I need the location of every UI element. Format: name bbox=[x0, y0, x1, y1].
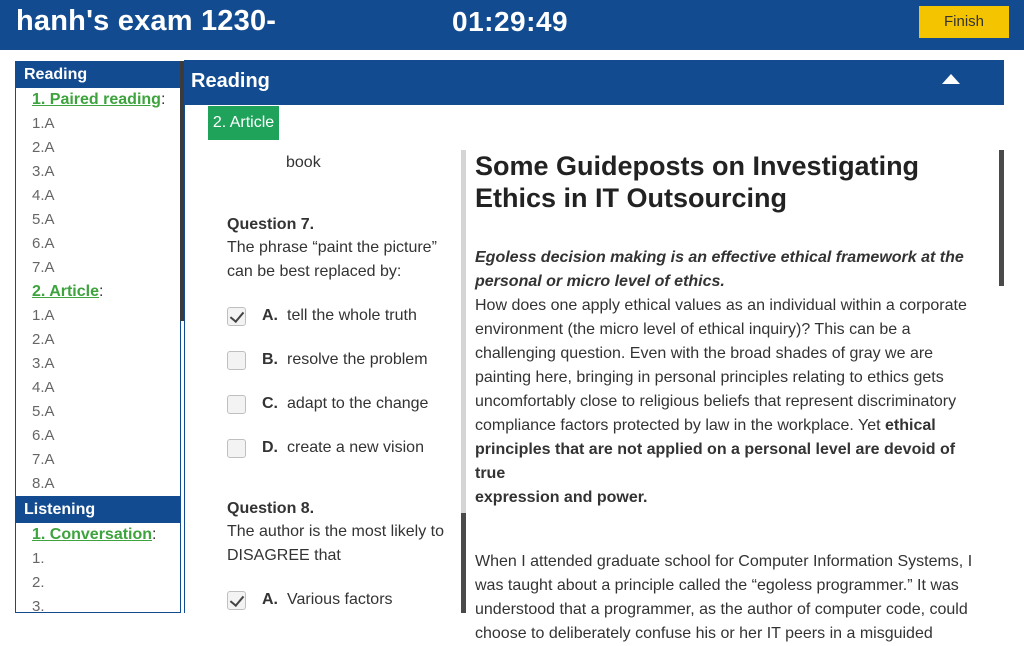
article-lead-line: Egoless decision making is an effective … bbox=[475, 249, 964, 266]
sidebar-question-item[interactable]: 5.A bbox=[16, 208, 180, 232]
option-c[interactable]: C. adapt to the change bbox=[227, 392, 428, 416]
top-bar: hanh's exam 1230- 01:29:49 Finish bbox=[0, 0, 1024, 50]
checkbox[interactable] bbox=[227, 350, 246, 370]
finish-button[interactable]: Finish bbox=[919, 6, 1009, 38]
article-line: painting here, bringing in personal prin… bbox=[475, 369, 944, 386]
article-line: compliance factors protected by law in t… bbox=[475, 414, 980, 438]
sidebar-question-item[interactable]: 1. bbox=[16, 547, 180, 571]
sidebar-heading-reading: Reading bbox=[16, 61, 180, 88]
collapse-up-icon[interactable] bbox=[942, 74, 960, 84]
questions-scrollbar-thumb[interactable] bbox=[461, 513, 466, 613]
option-letter: D. bbox=[262, 439, 278, 456]
article-line: environment (the micro level of ethical … bbox=[475, 321, 911, 338]
question-navigator: Reading 1. Paired reading: 1.A 2.A 3.A 4… bbox=[15, 61, 181, 613]
article-line: choose to deliberately confuse his or he… bbox=[475, 625, 933, 642]
option-label: create a new vision bbox=[287, 439, 424, 456]
sidebar-question-item[interactable]: 2.A bbox=[16, 136, 180, 160]
sidebar-question-item[interactable]: 8.A bbox=[16, 472, 180, 496]
checkbox-checked[interactable] bbox=[227, 306, 246, 326]
question-7: Question 7. The phrase “paint the pictur… bbox=[227, 216, 452, 458]
article-lead: Egoless decision making is an effective … bbox=[475, 246, 980, 294]
checkbox[interactable] bbox=[227, 394, 246, 414]
sidebar-heading-listening: Listening bbox=[16, 496, 180, 523]
sidebar-question-item[interactable]: 3. bbox=[16, 595, 180, 612]
question-text-line: DISAGREE that bbox=[227, 547, 341, 564]
article-bold-line: expression and power. bbox=[475, 489, 648, 506]
sidebar-part-paired-reading[interactable]: 1. Paired reading: bbox=[16, 88, 180, 112]
sidebar-part-link[interactable]: 2. Article bbox=[32, 283, 99, 300]
sidebar-question-item[interactable]: 4.A bbox=[16, 376, 180, 400]
article-line: uncomfortably close to religious beliefs… bbox=[475, 393, 957, 410]
article-text: compliance factors protected by law in t… bbox=[475, 417, 885, 434]
article-title-line: Some Guideposts on Investigating bbox=[475, 151, 920, 181]
exam-title: hanh's exam 1230- bbox=[16, 5, 277, 37]
article-line: challenging question. Even with the broa… bbox=[475, 345, 934, 362]
question-text-line: can be best replaced by: bbox=[227, 263, 402, 280]
article-line: was taught about a principle called the … bbox=[475, 577, 959, 594]
article-passage: Some Guideposts on Investigating Ethics … bbox=[475, 150, 980, 646]
option-a[interactable]: A. tell the whole truth bbox=[227, 304, 417, 328]
article-title: Some Guideposts on Investigating Ethics … bbox=[475, 150, 980, 214]
sidebar-part-conversation[interactable]: 1. Conversation: bbox=[16, 523, 180, 547]
option-label: Various factors bbox=[287, 591, 393, 608]
option-label: resolve the problem bbox=[287, 351, 428, 368]
option-label: tell the whole truth bbox=[287, 307, 417, 324]
sidebar-question-item[interactable]: 1.A bbox=[16, 304, 180, 328]
sidebar-question-item[interactable]: 1.A bbox=[16, 112, 180, 136]
option-letter: A. bbox=[262, 307, 278, 324]
sidebar-question-item[interactable]: 5.A bbox=[16, 400, 180, 424]
option-letter: B. bbox=[262, 351, 278, 368]
article-title-line: Ethics in IT Outsourcing bbox=[475, 183, 788, 213]
sidebar-question-item[interactable]: 4.A bbox=[16, 184, 180, 208]
sidebar-part-article[interactable]: 2. Article: bbox=[16, 280, 180, 304]
sidebar-question-item[interactable]: 6.A bbox=[16, 232, 180, 256]
option-label: adapt to the change bbox=[287, 395, 429, 412]
article-paragraph-2: When I attended graduate school for Comp… bbox=[475, 550, 980, 646]
option-letter: A. bbox=[262, 591, 278, 608]
sidebar-question-item[interactable]: 7.A bbox=[16, 448, 180, 472]
option-a[interactable]: A. Various factors bbox=[227, 588, 393, 612]
sidebar-question-item[interactable]: 3.A bbox=[16, 352, 180, 376]
panel-header: Reading bbox=[185, 60, 1004, 105]
sidebar-part-link[interactable]: 1. Conversation bbox=[32, 526, 152, 543]
option-letter: C. bbox=[262, 395, 278, 412]
article-scrollbar-thumb[interactable] bbox=[999, 150, 1004, 286]
article-paragraph-1: How does one apply ethical values as an … bbox=[475, 294, 980, 510]
sidebar-question-item[interactable]: 6.A bbox=[16, 424, 180, 448]
checkbox[interactable] bbox=[227, 438, 246, 458]
option-text-fragment: book bbox=[286, 154, 321, 171]
question-text: The author is the most likely to DISAGRE… bbox=[227, 520, 452, 568]
option-d[interactable]: D. create a new vision bbox=[227, 436, 424, 460]
sidebar-question-item[interactable]: 2. bbox=[16, 571, 180, 595]
tab-article[interactable]: 2. Article bbox=[208, 106, 279, 140]
question-8: Question 8. The author is the most likel… bbox=[227, 500, 452, 610]
option-b[interactable]: B. resolve the problem bbox=[227, 348, 428, 372]
sidebar-part-link[interactable]: 1. Paired reading bbox=[32, 91, 161, 108]
sidebar-question-item[interactable]: 2.A bbox=[16, 328, 180, 352]
question-text-line: The phrase “paint the picture” bbox=[227, 239, 437, 256]
article-line: understood that a programmer, as the aut… bbox=[475, 601, 968, 618]
article-line: When I attended graduate school for Comp… bbox=[475, 553, 973, 570]
question-title: Question 7. bbox=[227, 216, 315, 233]
sidebar-question-item[interactable]: 3.A bbox=[16, 160, 180, 184]
panel-title: Reading bbox=[191, 70, 270, 92]
article-bold-text: ethical bbox=[885, 417, 936, 434]
countdown-timer: 01:29:49 bbox=[452, 6, 569, 37]
question-text: The phrase “paint the picture” can be be… bbox=[227, 236, 452, 284]
article-line: How does one apply ethical values as an … bbox=[475, 297, 967, 314]
article-lead-line: personal or micro level of ethics. bbox=[475, 273, 725, 290]
article-bold-line: principles that are not applied on a per… bbox=[475, 441, 956, 482]
sidebar-question-item[interactable]: 7.A bbox=[16, 256, 180, 280]
question-text-line: The author is the most likely to bbox=[227, 523, 444, 540]
reading-panel: Reading 2. Article book Question 7. The … bbox=[184, 60, 1004, 642]
checkbox-checked[interactable] bbox=[227, 590, 246, 610]
question-title: Question 8. bbox=[227, 500, 315, 517]
